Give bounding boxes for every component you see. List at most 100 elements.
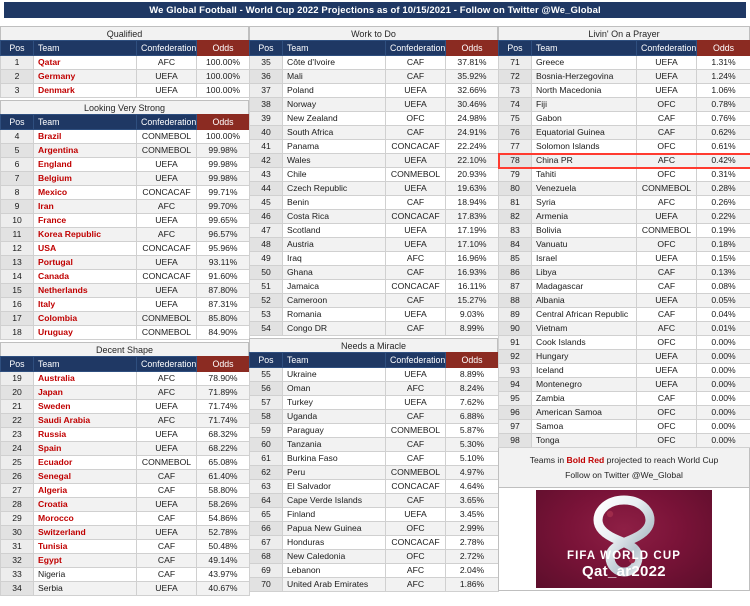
table-row[interactable]: 66 Papua New Guinea OFC 2.99% (249, 521, 499, 536)
column-header-pos[interactable]: Pos (249, 40, 283, 56)
table-row[interactable]: 46 Costa Rica CONCACAF 17.83% (249, 209, 499, 224)
table-row[interactable]: 75 Gabon CAF 0.76% (498, 111, 750, 126)
table-row[interactable]: 19 Australia AFC 78.90% (0, 371, 250, 386)
table-row[interactable]: 31 Tunisia CAF 50.48% (0, 539, 250, 554)
column-header-team[interactable]: Team (33, 40, 137, 56)
table-row[interactable]: 76 Equatorial Guinea CAF 0.62% (498, 125, 750, 140)
column-header-pos[interactable]: Pos (0, 114, 34, 130)
column-header-pos[interactable]: Pos (0, 40, 34, 56)
table-row[interactable]: 70 United Arab Emirates AFC 1.86% (249, 577, 499, 592)
table-row[interactable]: 13 Portugal UEFA 93.11% (0, 255, 250, 270)
table-row[interactable]: 4 Brazil CONMEBOL 100.00% (0, 129, 250, 144)
table-row[interactable]: 68 New Caledonia OFC 2.72% (249, 549, 499, 564)
table-row[interactable]: 6 England UEFA 99.98% (0, 157, 250, 172)
table-row[interactable]: 96 American Samoa OFC 0.00% (498, 405, 750, 420)
table-row[interactable]: 28 Croatia UEFA 58.26% (0, 497, 250, 512)
table-row[interactable]: 37 Poland UEFA 32.66% (249, 83, 499, 98)
table-row[interactable]: 83 Bolivia CONMEBOL 0.19% (498, 223, 750, 238)
column-header-team[interactable]: Team (33, 114, 137, 130)
table-row[interactable]: 57 Turkey UEFA 7.62% (249, 395, 499, 410)
column-header-confederation[interactable]: Confederation (385, 40, 446, 56)
table-row[interactable]: 58 Uganda CAF 6.88% (249, 409, 499, 424)
column-header-odds[interactable]: Odds (445, 40, 499, 56)
table-row[interactable]: 95 Zambia CAF 0.00% (498, 391, 750, 406)
table-row[interactable]: 50 Ghana CAF 16.93% (249, 265, 499, 280)
table-row[interactable]: 64 Cape Verde Islands CAF 3.65% (249, 493, 499, 508)
column-header-pos[interactable]: Pos (0, 356, 34, 372)
column-header-odds[interactable]: Odds (696, 40, 750, 56)
column-header-team[interactable]: Team (282, 352, 386, 368)
table-row[interactable]: 61 Burkina Faso CAF 5.10% (249, 451, 499, 466)
table-row[interactable]: 17 Colombia CONMEBOL 85.80% (0, 311, 250, 326)
table-row[interactable]: 59 Paraguay CONMEBOL 5.87% (249, 423, 499, 438)
table-row[interactable]: 22 Saudi Arabia AFC 71.74% (0, 413, 250, 428)
table-row[interactable]: 79 Tahiti OFC 0.31% (498, 167, 750, 182)
table-row[interactable]: 47 Scotland UEFA 17.19% (249, 223, 499, 238)
table-row[interactable]: 65 Finland UEFA 3.45% (249, 507, 499, 522)
table-row[interactable]: 52 Cameroon CAF 15.27% (249, 293, 499, 308)
table-row[interactable]: 81 Syria AFC 0.26% (498, 195, 750, 210)
table-row[interactable]: 77 Solomon Islands OFC 0.61% (498, 139, 750, 154)
column-header-team[interactable]: Team (33, 356, 137, 372)
table-row[interactable]: 49 Iraq AFC 16.96% (249, 251, 499, 266)
column-header-pos[interactable]: Pos (498, 40, 532, 56)
column-header-odds[interactable]: Odds (196, 40, 250, 56)
table-row[interactable]: 93 Iceland UEFA 0.00% (498, 363, 750, 378)
table-row[interactable]: 40 South Africa CAF 24.91% (249, 125, 499, 140)
table-row[interactable]: 90 Vietnam AFC 0.01% (498, 321, 750, 336)
table-row[interactable]: 72 Bosnia-Herzegovina UEFA 1.24% (498, 69, 750, 84)
table-row[interactable]: 20 Japan AFC 71.89% (0, 385, 250, 400)
table-row[interactable]: 80 Venezuela CONMEBOL 0.28% (498, 181, 750, 196)
table-row[interactable]: 16 Italy UEFA 87.31% (0, 297, 250, 312)
column-header-team[interactable]: Team (282, 40, 386, 56)
table-row[interactable]: 36 Mali CAF 35.92% (249, 69, 499, 84)
table-row[interactable]: 14 Canada CONCACAF 91.60% (0, 269, 250, 284)
table-row[interactable]: 41 Panama CONCACAF 22.24% (249, 139, 499, 154)
table-row[interactable]: 45 Benin CAF 18.94% (249, 195, 499, 210)
table-row[interactable]: 85 Israel UEFA 0.15% (498, 251, 750, 266)
table-row[interactable]: 3 Denmark UEFA 100.00% (0, 83, 250, 98)
column-header-odds[interactable]: Odds (445, 352, 499, 368)
table-row[interactable]: 39 New Zealand OFC 24.98% (249, 111, 499, 126)
table-row[interactable]: 63 El Salvador CONCACAF 4.64% (249, 479, 499, 494)
column-header-confederation[interactable]: Confederation (136, 114, 197, 130)
column-header-pos[interactable]: Pos (249, 352, 283, 368)
table-row[interactable]: 29 Morocco CAF 54.86% (0, 511, 250, 526)
column-header-odds[interactable]: Odds (196, 114, 250, 130)
table-row[interactable]: 10 France UEFA 99.65% (0, 213, 250, 228)
column-header-confederation[interactable]: Confederation (385, 352, 446, 368)
table-row[interactable]: 24 Spain UEFA 68.22% (0, 441, 250, 456)
table-row[interactable]: 86 Libya CAF 0.13% (498, 265, 750, 280)
table-row[interactable]: 34 Serbia UEFA 40.67% (0, 581, 250, 596)
column-header-confederation[interactable]: Confederation (136, 40, 197, 56)
table-row[interactable]: 91 Cook Islands OFC 0.00% (498, 335, 750, 350)
table-row[interactable]: 97 Samoa OFC 0.00% (498, 419, 750, 434)
table-row[interactable]: 56 Oman AFC 8.24% (249, 381, 499, 396)
table-row[interactable]: 5 Argentina CONMEBOL 99.98% (0, 143, 250, 158)
column-header-odds[interactable]: Odds (196, 356, 250, 372)
table-row[interactable]: 71 Greece UEFA 1.31% (498, 55, 750, 70)
column-header-team[interactable]: Team (531, 40, 637, 56)
table-row[interactable]: 98 Tonga OFC 0.00% (498, 433, 750, 448)
table-row[interactable]: 73 North Macedonia UEFA 1.06% (498, 83, 750, 98)
table-row[interactable]: 55 Ukraine UEFA 8.89% (249, 367, 499, 382)
table-row[interactable]: 92 Hungary UEFA 0.00% (498, 349, 750, 364)
table-row[interactable]: 74 Fiji OFC 0.78% (498, 97, 750, 112)
table-row[interactable]: 26 Senegal CAF 61.40% (0, 469, 250, 484)
table-row[interactable]: 69 Lebanon AFC 2.04% (249, 563, 499, 578)
table-row[interactable]: 35 Côte d'Ivoire CAF 37.81% (249, 55, 499, 70)
table-row[interactable]: 44 Czech Republic UEFA 19.63% (249, 181, 499, 196)
table-row[interactable]: 2 Germany UEFA 100.00% (0, 69, 250, 84)
table-row[interactable]: 84 Vanuatu OFC 0.18% (498, 237, 750, 252)
table-row[interactable]: 43 Chile CONMEBOL 20.93% (249, 167, 499, 182)
table-row[interactable]: 51 Jamaica CONCACAF 16.11% (249, 279, 499, 294)
table-row[interactable]: 18 Uruguay CONMEBOL 84.90% (0, 325, 250, 340)
table-row[interactable]: 54 Congo DR CAF 8.99% (249, 321, 499, 336)
table-row[interactable]: 78 China PR AFC 0.42% (498, 153, 750, 168)
table-row[interactable]: 67 Honduras CONCACAF 2.78% (249, 535, 499, 550)
table-row[interactable]: 60 Tanzania CAF 5.30% (249, 437, 499, 452)
table-row[interactable]: 33 Nigeria CAF 43.97% (0, 567, 250, 582)
table-row[interactable]: 32 Egypt CAF 49.14% (0, 553, 250, 568)
table-row[interactable]: 25 Ecuador CONMEBOL 65.08% (0, 455, 250, 470)
table-row[interactable]: 12 USA CONCACAF 95.96% (0, 241, 250, 256)
